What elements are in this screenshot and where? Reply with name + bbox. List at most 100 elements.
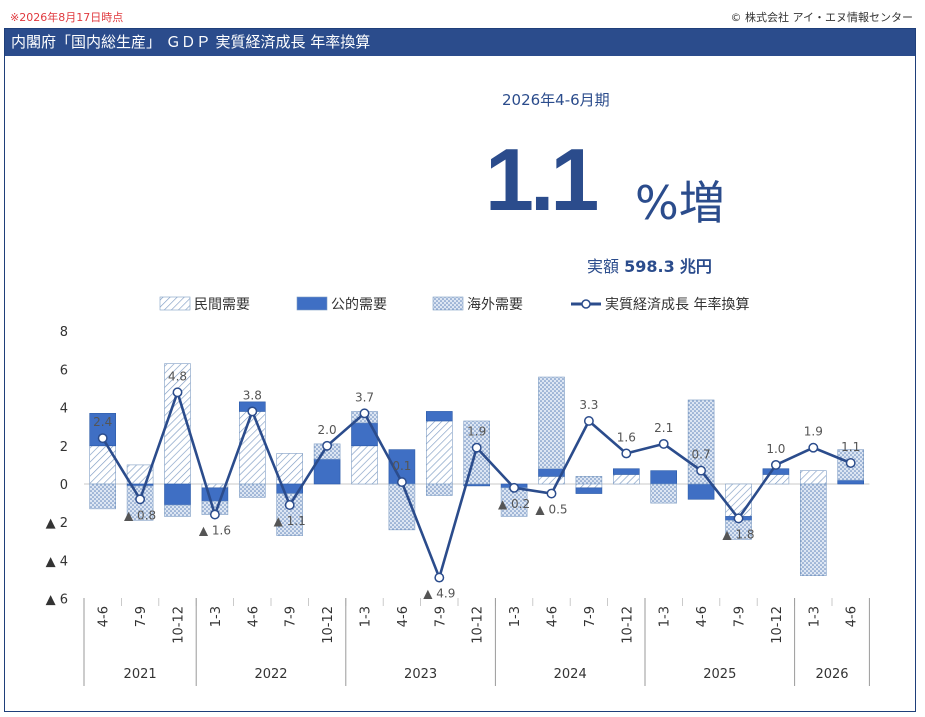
point-label: 1.1 xyxy=(841,440,860,454)
point-label: ▲ 0.5 xyxy=(535,503,567,517)
x-tick-label: 7-9 xyxy=(433,606,448,627)
x-tick-label: 10-12 xyxy=(172,606,187,644)
point-label: 2.4 xyxy=(93,415,112,429)
point-label: 4.8 xyxy=(168,369,187,383)
growth-point xyxy=(621,448,632,459)
bar-foreign xyxy=(239,483,266,498)
bar-public xyxy=(351,422,378,447)
growth-point xyxy=(583,416,594,426)
growth-point xyxy=(509,482,520,493)
bar-public xyxy=(650,470,678,485)
x-tick-label: 10-12 xyxy=(620,606,635,644)
point-label: ▲ 1.6 xyxy=(199,524,231,538)
point-label: 1.0 xyxy=(766,442,785,456)
y-tick-label: ▲ 4 xyxy=(46,554,68,569)
legend-swatch xyxy=(432,296,464,311)
gdp-chart: 民間需要 公的需要 海外需要 実質経済成長 年率換算 2.4 ▲ 0.8 4.8 ▲ 1.6… xyxy=(46,296,870,686)
x-tick-label: 10-12 xyxy=(770,606,785,644)
bar-private xyxy=(575,483,603,489)
x-tick-label: 4-6 xyxy=(695,606,710,627)
y-tick-label: 4 xyxy=(60,402,68,417)
bar-private xyxy=(612,474,640,485)
y-tick-label: 8 xyxy=(60,325,68,340)
point-label: 2.0 xyxy=(318,423,337,437)
x-tick-label: 1-3 xyxy=(508,606,523,627)
growth-point xyxy=(658,438,669,449)
y-tick-label: 2 xyxy=(60,440,68,455)
point-label: 3.3 xyxy=(579,398,598,412)
x-tick-label: 4-6 xyxy=(845,606,860,627)
x-tick-label: 10-12 xyxy=(321,606,336,644)
point-label: ▲ 1.1 xyxy=(274,514,306,528)
x-tick-label: 7-9 xyxy=(284,606,299,627)
growth-point xyxy=(284,500,295,510)
x-tick-label: 4-6 xyxy=(546,606,561,627)
y-tick-label: 6 xyxy=(60,363,68,378)
x-tick-label: 1-3 xyxy=(658,606,673,627)
growth-point xyxy=(733,513,744,524)
x-tick-label: 1-3 xyxy=(209,606,224,627)
x-tick-label: 4-6 xyxy=(396,606,411,627)
x-tick-label: 7-9 xyxy=(733,606,748,627)
y-tick-label: ▲ 2 xyxy=(46,516,68,531)
y-tick-label: 0 xyxy=(60,478,68,493)
x-tick-label: 1-3 xyxy=(807,606,822,627)
growth-point xyxy=(845,458,856,468)
x-tick-label: 10-12 xyxy=(471,606,486,644)
legend-label: 海外需要 xyxy=(467,297,523,313)
legend: 民間需要 公的需要 海外需要 実質経済成長 年率換算 xyxy=(159,296,749,313)
bar-private xyxy=(351,445,378,485)
bar-private xyxy=(425,420,453,485)
growth-point xyxy=(546,488,557,499)
x-tick-label: 4-6 xyxy=(246,606,261,627)
growth-point xyxy=(434,572,445,583)
year-label: 2026 xyxy=(815,667,848,682)
point-label: 0.7 xyxy=(692,448,711,462)
growth-point xyxy=(808,442,819,453)
point-label: 3.8 xyxy=(243,388,262,402)
bar-foreign xyxy=(425,483,453,496)
bar-public xyxy=(687,483,715,500)
bar-public xyxy=(313,458,341,485)
legend-swatch xyxy=(296,296,328,311)
bar-private xyxy=(799,470,827,485)
point-label: 1.6 xyxy=(617,430,636,444)
bar-private xyxy=(725,483,752,517)
bars xyxy=(89,363,865,576)
growth-point xyxy=(172,387,183,398)
point-label: 0.1 xyxy=(392,459,411,473)
bar-public xyxy=(575,487,603,494)
legend-label: 公的需要 xyxy=(331,297,387,313)
bar-foreign xyxy=(164,504,191,517)
year-label: 2025 xyxy=(703,667,736,682)
legend-swatch xyxy=(159,296,191,311)
growth-point xyxy=(97,433,108,444)
bar-foreign xyxy=(799,483,827,576)
point-label: ▲ 4.9 xyxy=(423,587,455,601)
point-label: 3.7 xyxy=(355,390,374,404)
growth-point xyxy=(471,442,482,453)
y-tick-label: ▲ 6 xyxy=(46,593,68,608)
x-tick-label: 4-6 xyxy=(97,606,112,627)
bar-foreign xyxy=(650,483,678,504)
growth-point xyxy=(770,459,781,470)
bar-public xyxy=(164,483,191,506)
bar-public xyxy=(612,468,640,475)
x-tick-label: 1-3 xyxy=(359,606,374,627)
growth-point xyxy=(247,406,258,417)
year-label: 2023 xyxy=(404,667,437,682)
legend-marker xyxy=(581,299,591,309)
bar-private xyxy=(239,411,266,485)
legend-label: 民間需要 xyxy=(194,297,250,313)
point-label: ▲ 1.8 xyxy=(722,527,754,541)
year-label: 2024 xyxy=(554,667,587,682)
point-label: 1.9 xyxy=(467,425,486,439)
growth-point xyxy=(359,408,370,419)
bar-foreign xyxy=(89,483,116,510)
growth-point xyxy=(322,440,333,451)
bar-foreign xyxy=(575,476,603,485)
point-label: 2.1 xyxy=(654,421,673,435)
bar-public xyxy=(425,411,453,422)
year-label: 2022 xyxy=(254,667,287,682)
growth-point xyxy=(696,465,707,476)
